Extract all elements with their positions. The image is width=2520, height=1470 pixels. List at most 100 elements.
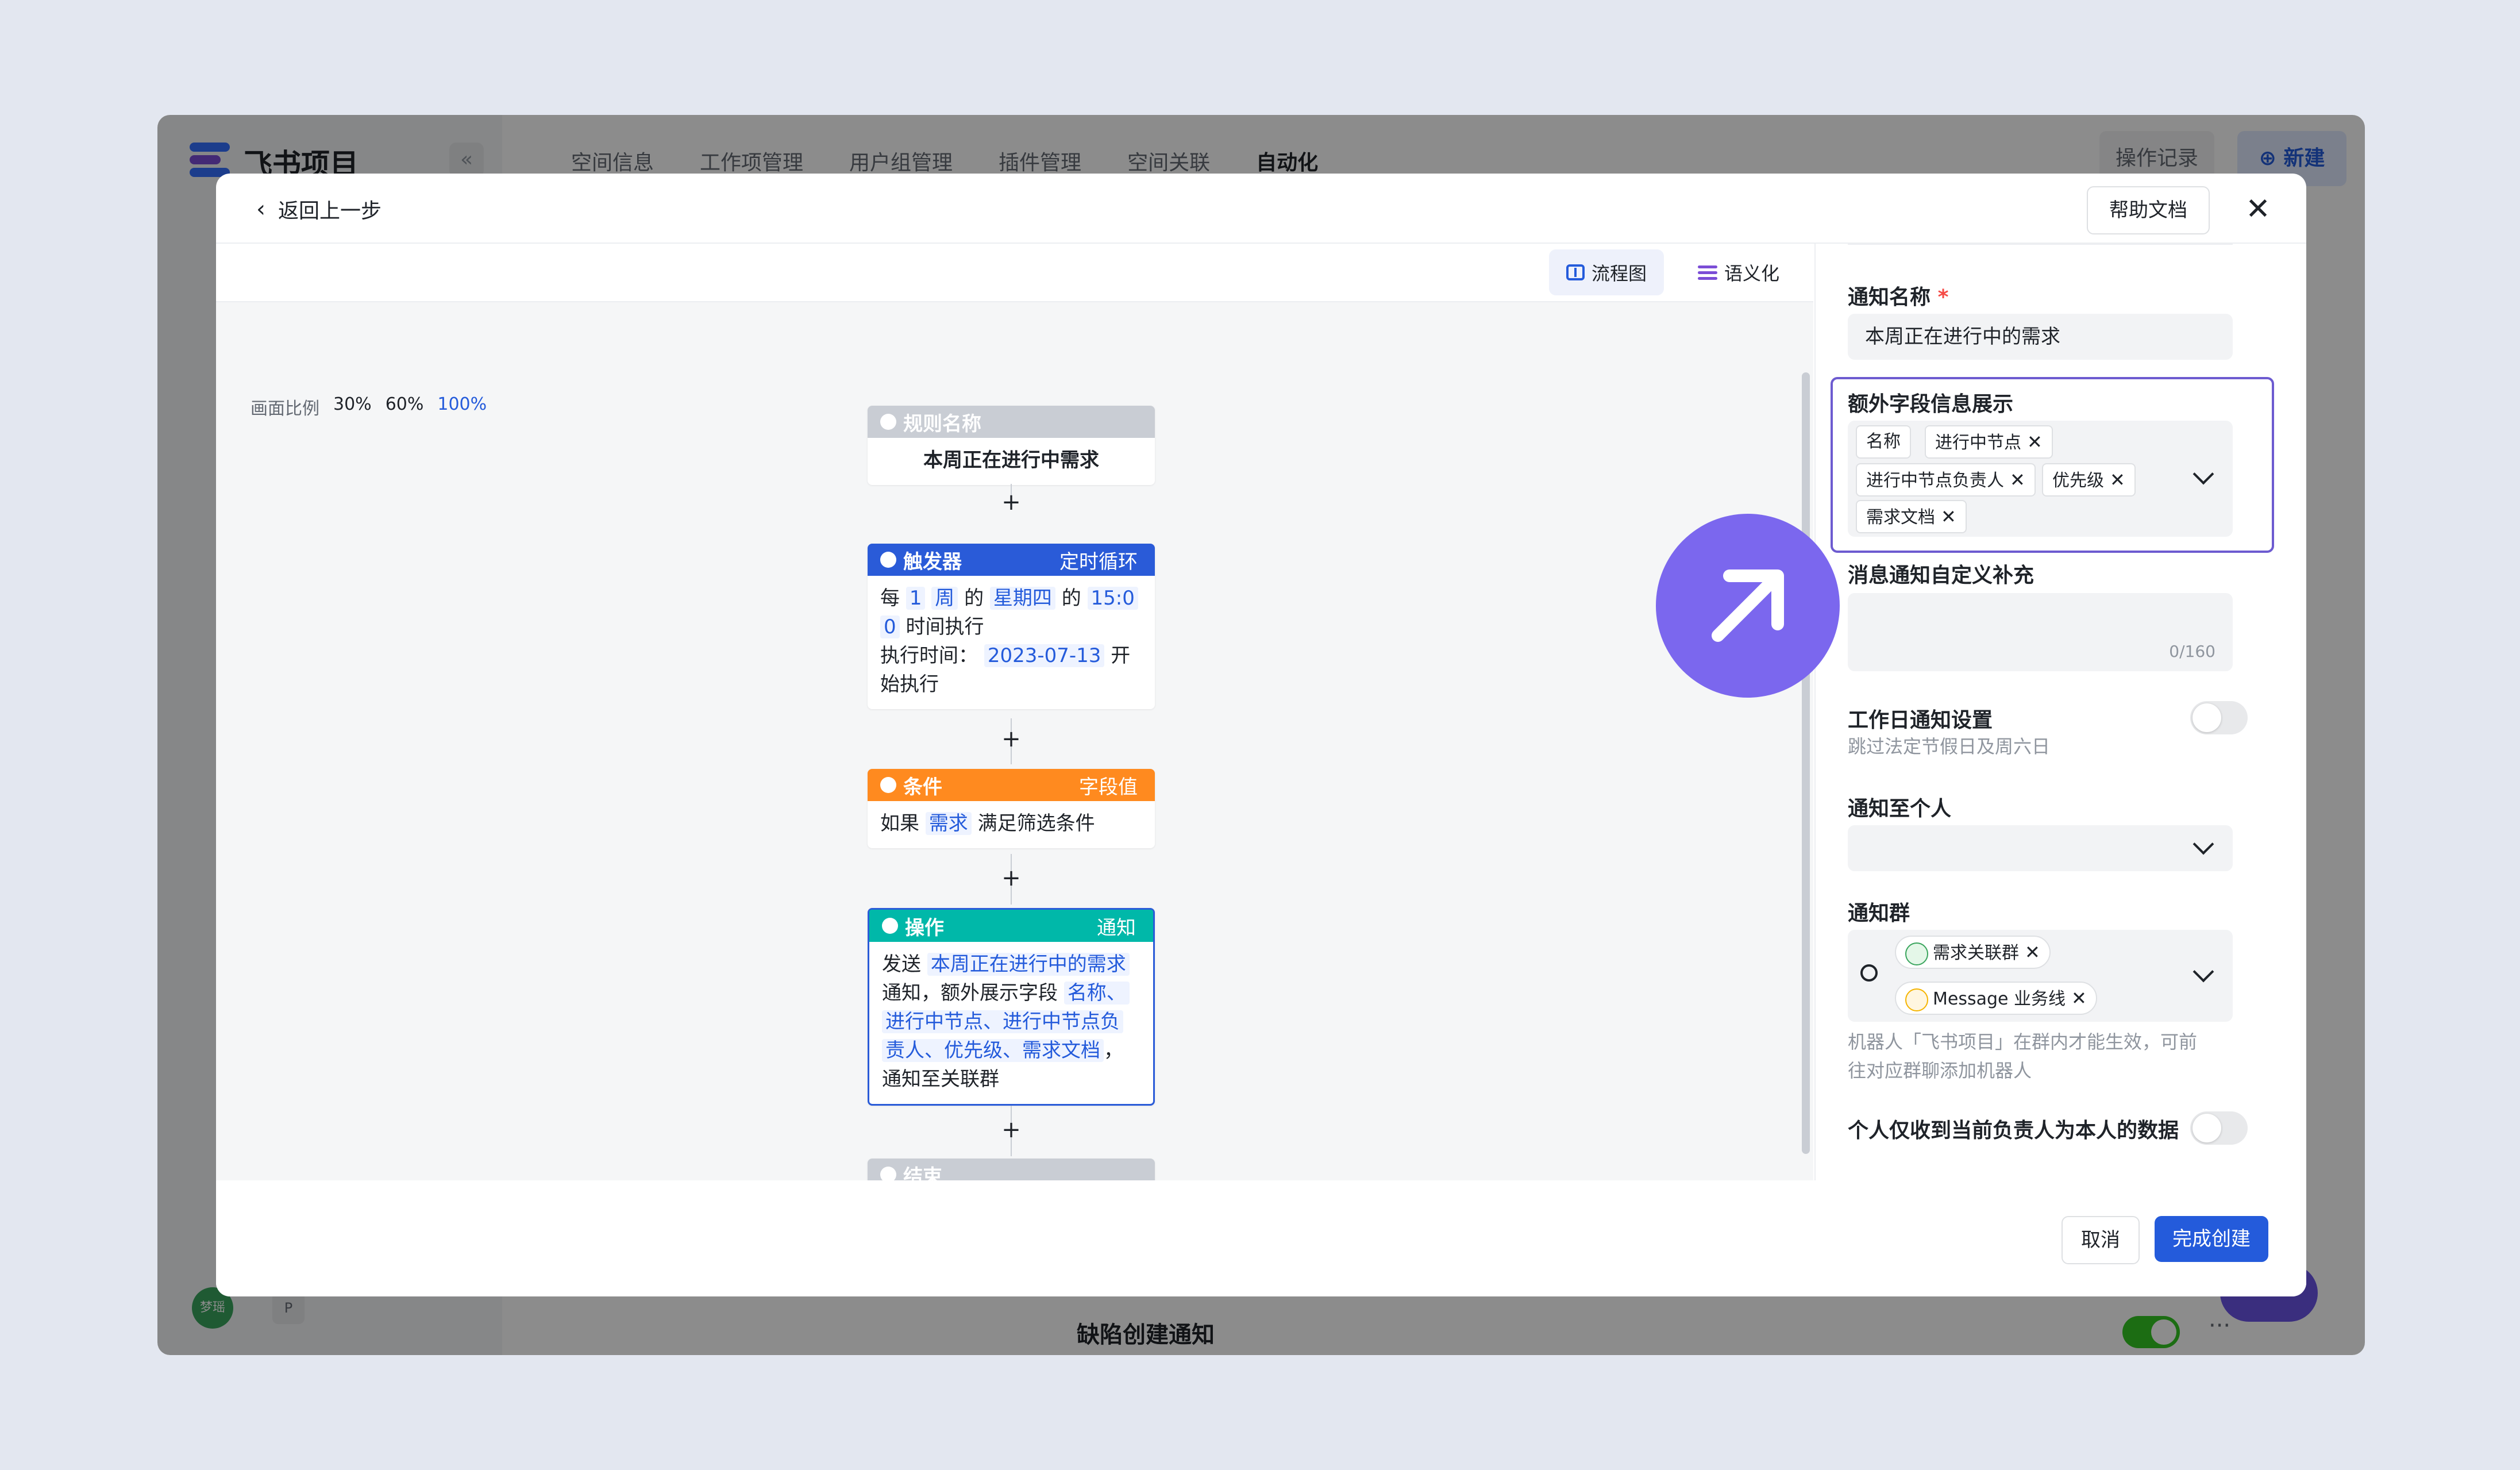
automation-rule-modal: ‹ 返回上一步 帮助文档 ✕ 流程图 语义化 画面比例 30% 60% 100% [216, 174, 2306, 1296]
trigger-text: 开 [1111, 644, 1131, 667]
view-semantic-button[interactable]: 语义化 [1687, 249, 1790, 295]
trigger-text: 始执行 [880, 673, 939, 696]
extra-fields-select[interactable]: 名称 进行中节点 ✕ 进行中节点负责人 ✕ 优先级 ✕ 需求文档 ✕ [1848, 421, 2233, 537]
group-hint-line-1: 机器人「飞书项目」在群内才能生效，可前 [1848, 1031, 2198, 1053]
chevron-down-icon[interactable] [2193, 833, 2214, 855]
back-link[interactable]: ‹ 返回上一步 [256, 194, 382, 224]
divider [1848, 244, 2233, 245]
self-only-toggle[interactable] [2190, 1111, 2248, 1145]
trigger-type-tag: 定时循环 [1059, 550, 1138, 574]
trigger-text: 的 [964, 587, 984, 610]
field-tag: 进行中节点 ✕ [1925, 425, 2053, 459]
condition-header: 条件 [903, 775, 942, 799]
close-icon[interactable]: ✕ [2010, 469, 2025, 491]
close-icon[interactable]: ✕ [2110, 469, 2125, 491]
group-tag: 需求关联群 ✕ [1895, 936, 2051, 969]
rule-name-value: 本周正在进行中需求 [923, 449, 1099, 472]
notification-name-label: 通知名称 * [1848, 280, 1948, 310]
custom-message-textarea[interactable]: 0/160 [1848, 593, 2233, 671]
list-icon [1697, 264, 1717, 280]
flow-canvas[interactable]: 流程图 语义化 画面比例 30% 60% 100% 规则名称 本周正在进行中需求… [216, 244, 1813, 1249]
modal-header: ‹ 返回上一步 帮助文档 ✕ [216, 174, 2306, 244]
group-hint-line-2: 往对应群聊添加机器人 [1848, 1060, 2032, 1082]
group-tag-label: Message 业务线 [1933, 989, 2066, 1009]
view-flowchart-button[interactable]: 流程图 [1549, 249, 1664, 295]
close-icon[interactable]: ✕ [2071, 987, 2087, 1009]
trigger-icon [880, 552, 896, 568]
trigger-value: 0 [880, 615, 900, 638]
zoom-option-60[interactable]: 60% [386, 394, 424, 420]
back-label: 返回上一步 [278, 199, 382, 223]
cancel-button[interactable]: 取消 [2062, 1216, 2140, 1264]
trigger-header: 触发器 [903, 550, 962, 574]
field-tag-label: 名称 [1866, 432, 1901, 452]
workday-hint: 跳过法定节假日及周六日 [1848, 736, 2051, 757]
action-value: 责人、优先级、需求文档 [882, 1039, 1104, 1062]
char-counter: 0/160 [2169, 642, 2215, 661]
close-icon[interactable]: ✕ [1941, 506, 1956, 528]
condition-text: 满足筛选条件 [977, 812, 1095, 835]
arrow-up-right-icon [1712, 569, 1784, 642]
workday-setting-label: 工作日通知设置 [1848, 709, 1993, 732]
condition-type-tag: 字段值 [1079, 775, 1138, 799]
close-icon[interactable]: ✕ [2238, 190, 2278, 229]
trigger-node[interactable]: 触发器 定时循环 每 1 周 的 星期四 的 15:0 0 时间执行 执行时间：… [868, 544, 1155, 709]
help-doc-button[interactable]: 帮助文档 [2087, 186, 2210, 234]
view-semantic-label: 语义化 [1724, 263, 1779, 284]
flowchart-icon [1566, 264, 1585, 280]
canvas-toolbar: 流程图 语义化 [216, 244, 1813, 302]
workday-toggle[interactable] [2190, 701, 2248, 734]
condition-description: 如果 需求 满足筛选条件 [868, 801, 1155, 848]
trigger-value: 15:0 [1087, 587, 1138, 610]
action-node[interactable]: 操作 通知 发送 本周正在进行中的需求 通知，额外展示字段 名称、 进行中节点、… [868, 908, 1155, 1106]
action-type-tag: 通知 [1097, 916, 1136, 940]
zoom-option-100[interactable]: 100% [437, 394, 487, 420]
filter-icon [880, 777, 896, 793]
close-icon[interactable]: ✕ [2025, 941, 2040, 963]
custom-message-label: 消息通知自定义补充 [1848, 564, 2035, 587]
settings-panel: 通知名称 * 本周正在进行中的需求 额外字段信息展示 名称 进行中节点 ✕ 进行中… [1814, 244, 2306, 1180]
search-icon [1860, 964, 1878, 982]
canvas-vertical-scrollbar[interactable] [1802, 372, 1810, 1154]
action-header: 操作 [905, 916, 944, 940]
trigger-description: 每 1 周 的 星期四 的 15:0 0 时间执行 执行时间： 2023-07-… [868, 576, 1155, 709]
add-step-plus-icon[interactable]: + [1000, 1118, 1023, 1141]
condition-value: 需求 [925, 812, 972, 835]
zoom-label: 画面比例 [251, 399, 319, 419]
group-tag: Message 业务线 ✕ [1895, 982, 2097, 1015]
zoom-option-30[interactable]: 30% [333, 394, 372, 420]
add-step-plus-icon[interactable]: + [1000, 867, 1023, 890]
chevron-down-icon[interactable] [2193, 961, 2214, 983]
close-icon[interactable]: ✕ [2027, 431, 2043, 453]
condition-node[interactable]: 条件 字段值 如果 需求 满足筛选条件 [868, 769, 1155, 848]
zoom-bar: 画面比例 30% 60% 100% [251, 394, 487, 420]
notify-group-label: 通知群 [1848, 902, 1910, 925]
notification-name-input[interactable]: 本周正在进行中的需求 [1848, 314, 2233, 360]
modal-footer: 取消 完成创建 [216, 1180, 2306, 1296]
condition-text: 如果 [880, 812, 919, 835]
group-avatar-icon [1905, 942, 1928, 965]
notification-name-label-text: 通知名称 [1848, 286, 1931, 309]
action-text: ， [1104, 1039, 1123, 1062]
action-text: 通知，额外展示字段 [882, 982, 1058, 1005]
rule-name-node[interactable]: 规则名称 本周正在进行中需求 [868, 406, 1155, 485]
field-tag-label: 优先级 [2052, 471, 2104, 491]
action-value: 本周正在进行中的需求 [927, 953, 1130, 976]
play-icon [880, 414, 896, 430]
trigger-text: 的 [1061, 587, 1081, 610]
field-tag-label: 进行中节点负责人 [1866, 471, 2004, 491]
chevron-left-icon: ‹ [256, 196, 265, 222]
add-step-plus-icon[interactable]: + [1000, 728, 1023, 751]
action-icon [882, 918, 898, 934]
extra-fields-label: 额外字段信息展示 [1848, 392, 2014, 416]
chevron-down-icon[interactable] [2193, 463, 2214, 485]
notify-person-select[interactable] [1848, 825, 2233, 871]
trigger-value: 1 [905, 587, 926, 610]
action-value: 名称、 [1064, 982, 1130, 1005]
field-tag: 优先级 ✕ [2042, 463, 2136, 497]
field-tag-label: 需求文档 [1866, 507, 1935, 528]
notify-group-select[interactable]: 需求关联群 ✕ Message 业务线 ✕ [1848, 930, 2233, 1022]
finish-create-button[interactable]: 完成创建 [2155, 1216, 2268, 1262]
add-step-plus-icon[interactable]: + [1000, 491, 1023, 514]
trigger-text: 时间执行 [905, 615, 984, 638]
